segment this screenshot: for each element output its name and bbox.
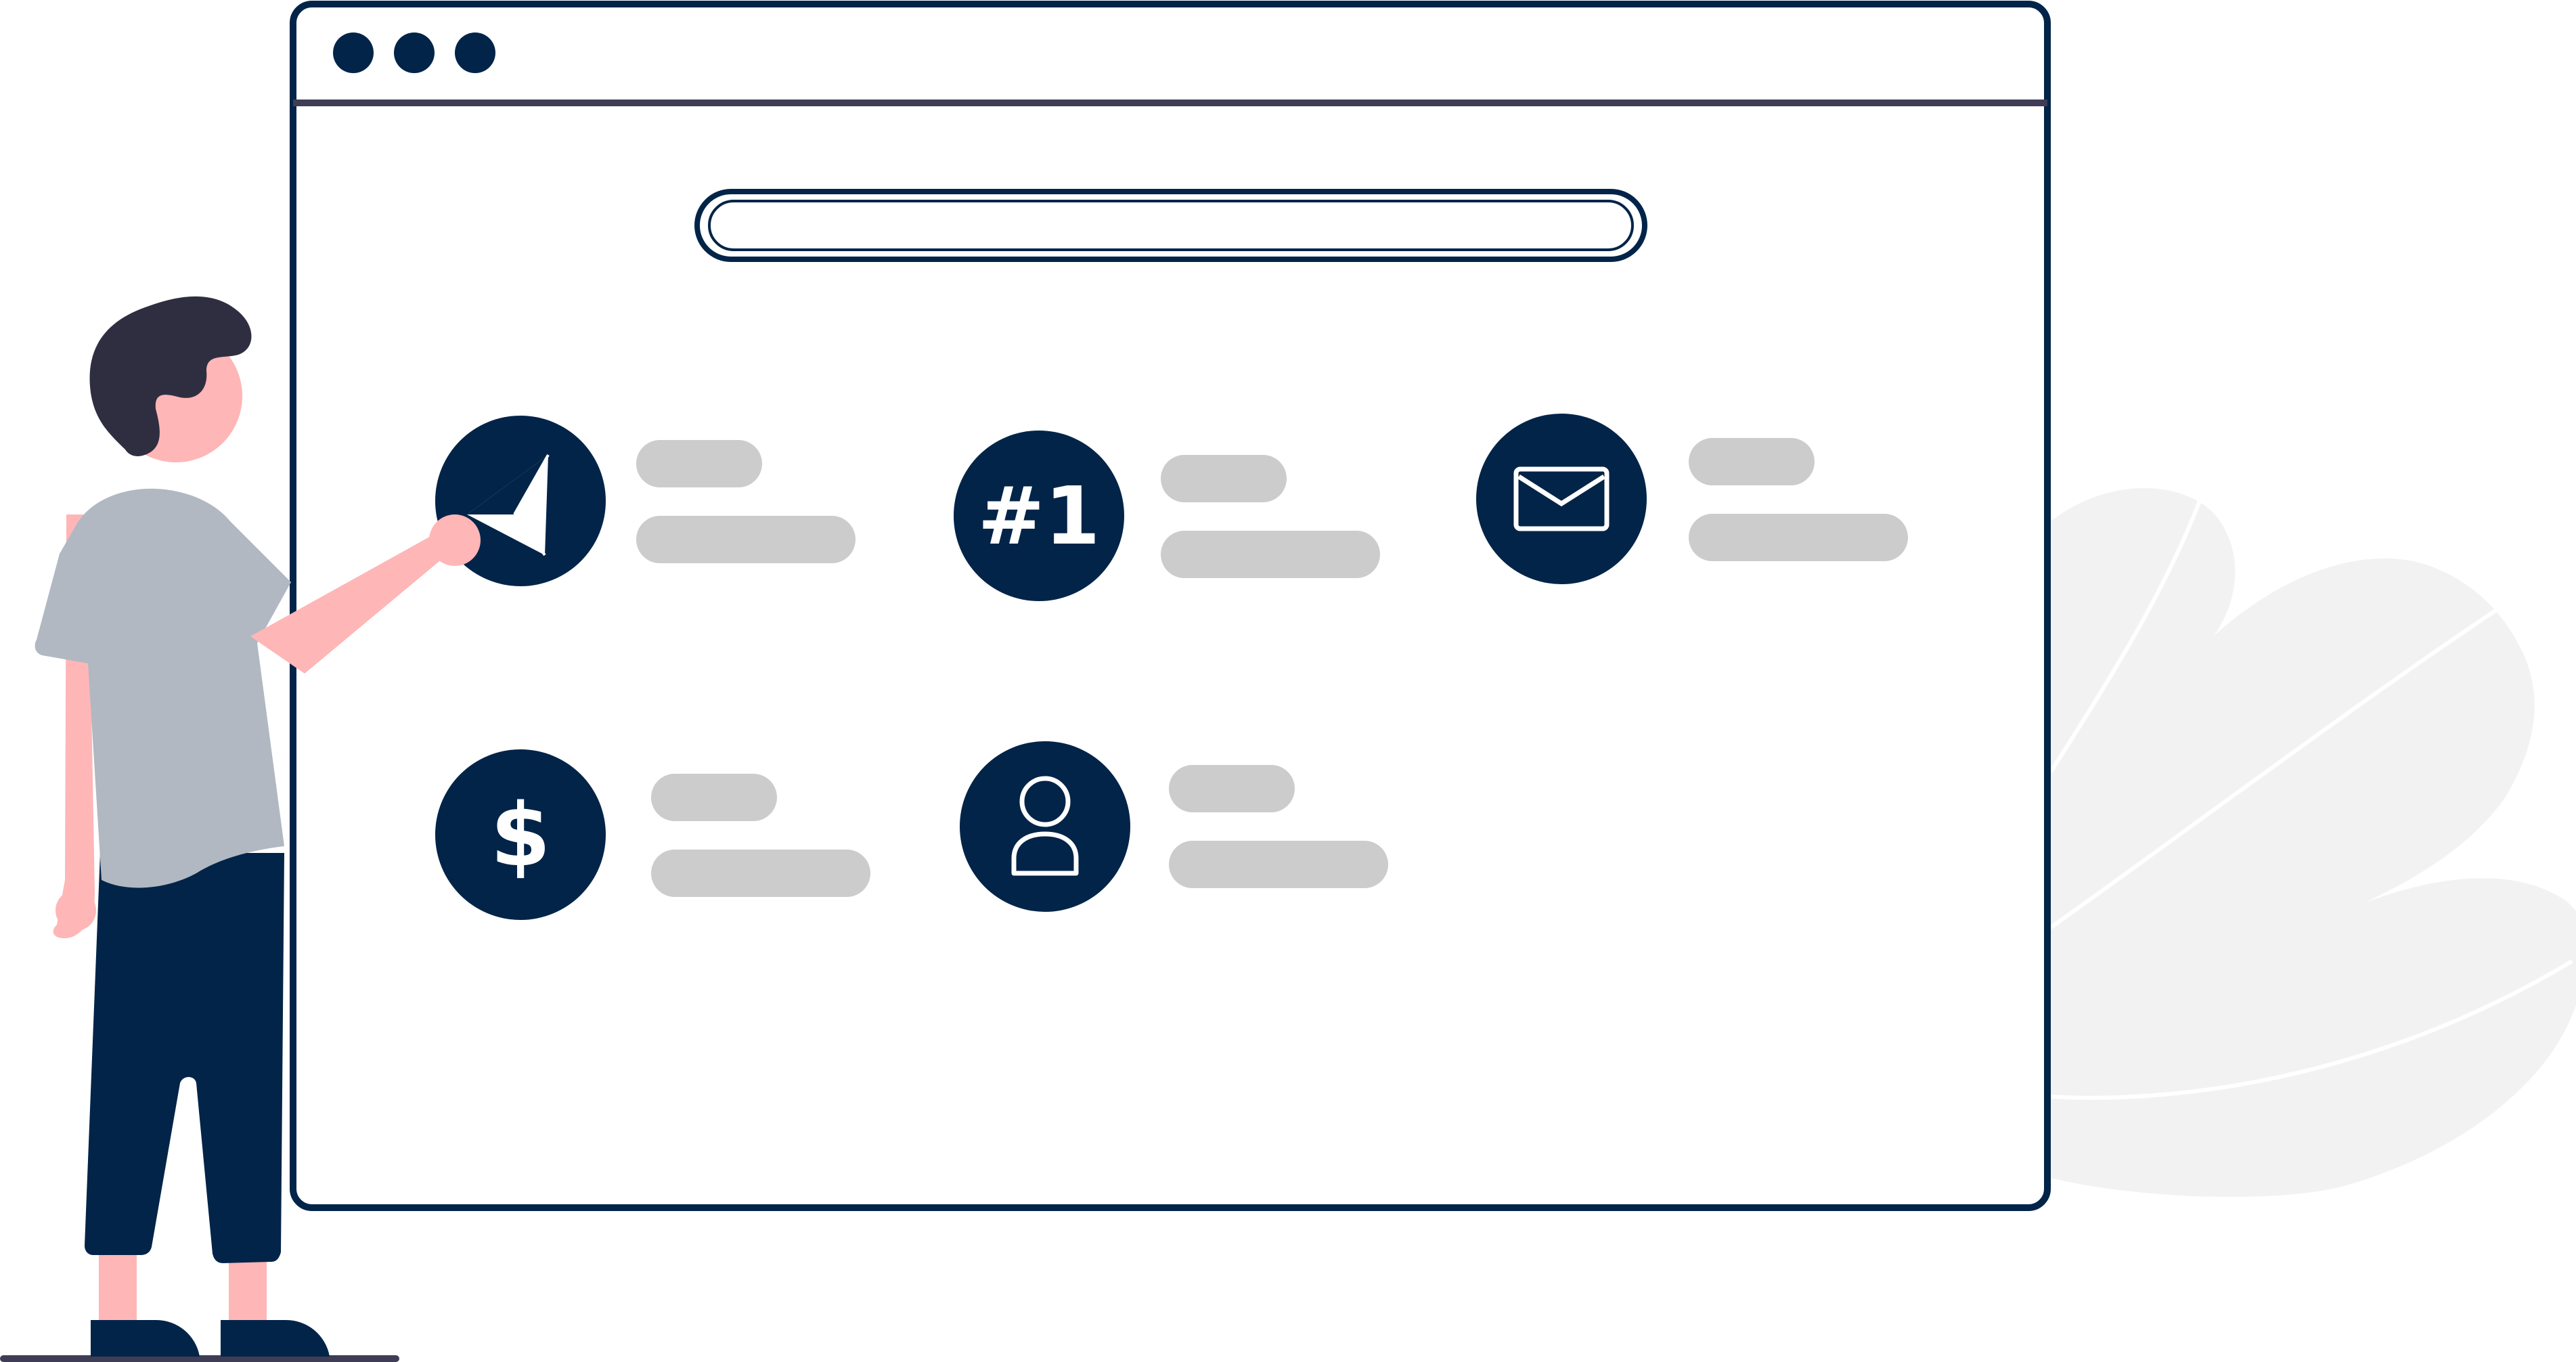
person-pointing [0, 296, 481, 1362]
floor-line [0, 1355, 399, 1362]
